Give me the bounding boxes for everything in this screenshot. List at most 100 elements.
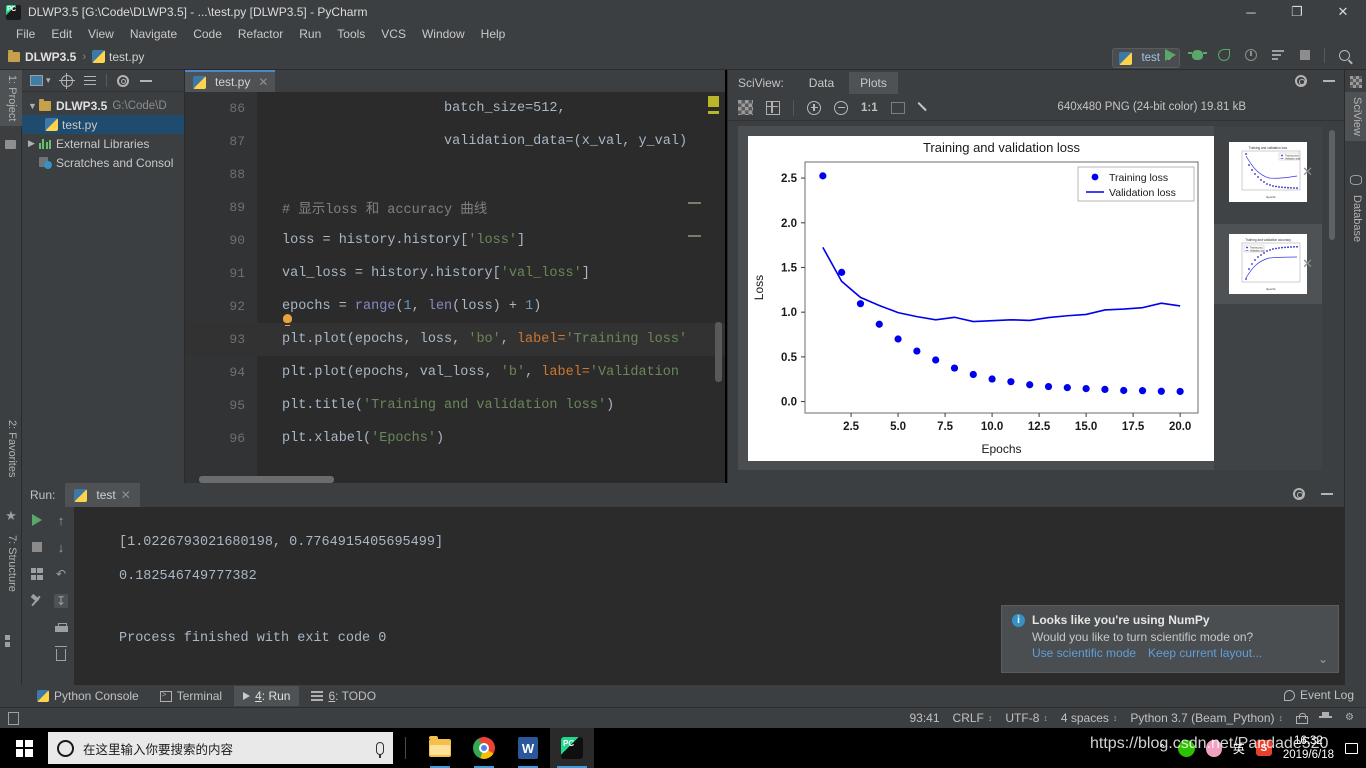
hide-icon[interactable] (1320, 487, 1334, 501)
search-everywhere-icon[interactable] (1336, 47, 1352, 63)
wechat-icon[interactable] (1177, 739, 1195, 757)
minimize-button[interactable]: ─ (1228, 0, 1274, 24)
eyedropper-icon[interactable] (918, 101, 931, 114)
clear-all-icon[interactable] (54, 646, 68, 662)
line-separator[interactable]: CRLF ↕ (953, 711, 993, 725)
document-icon[interactable] (8, 711, 19, 725)
sidebar-item-structure[interactable]: 7: Structure (0, 530, 22, 597)
thumbnail-loss-plot[interactable]: Training and validation loss Training lo… (1214, 132, 1322, 212)
sciview-scrollbar[interactable] (1329, 130, 1335, 240)
breadcrumb-project[interactable]: DLWP3.5 (8, 49, 76, 64)
menu-file[interactable]: File (8, 25, 43, 43)
intention-bulb-icon[interactable] (283, 314, 292, 326)
caret-position[interactable]: 93:41 (910, 711, 940, 725)
hide-icon[interactable] (139, 74, 153, 88)
menu-refactor[interactable]: Refactor (230, 25, 291, 43)
menu-vcs[interactable]: VCS (373, 25, 414, 43)
code-fold-marker[interactable] (688, 235, 701, 237)
fit-to-window-icon[interactable] (890, 101, 905, 114)
hide-icon[interactable] (1322, 74, 1336, 88)
settings-icon[interactable] (1294, 74, 1308, 88)
menu-edit[interactable]: Edit (43, 25, 80, 43)
inspector-icon[interactable] (1319, 712, 1332, 724)
menu-code[interactable]: Code (185, 25, 230, 43)
layout-icon[interactable] (30, 567, 44, 581)
tab-data[interactable]: Data (798, 72, 845, 94)
run-icon[interactable] (1162, 47, 1178, 63)
event-log-button[interactable]: Event Log (1283, 688, 1354, 702)
taskbar-search-input[interactable]: 在这里输入你要搜索的内容 (48, 732, 393, 764)
warning-stripe-marker[interactable] (708, 111, 719, 114)
taskbar-pycharm[interactable] (550, 728, 594, 768)
close-icon[interactable]: ✕ (258, 75, 268, 89)
actual-size-label[interactable]: 1:1 (861, 102, 878, 114)
taskbar-chrome[interactable] (462, 728, 506, 768)
warning-stripe-marker[interactable] (708, 96, 719, 107)
sogou-icon[interactable]: S (1255, 740, 1272, 756)
taskbar-clock[interactable]: 16:32 2019/6/18 (1283, 734, 1334, 762)
sidebar-item-favorites[interactable]: 2: Favorites (0, 415, 22, 482)
up-arrow-icon[interactable]: ↑ (54, 513, 68, 527)
tab-python-console[interactable]: Python Console (28, 686, 148, 706)
microphone-icon[interactable] (376, 741, 384, 758)
tree-node-test-py[interactable]: test.py (22, 115, 184, 134)
close-icon[interactable]: ✕ (1302, 164, 1313, 180)
scroll-to-end-icon[interactable]: ↧ (54, 594, 68, 608)
taskbar-file-explorer[interactable] (418, 728, 462, 768)
zoom-in-icon[interactable] (807, 100, 821, 115)
settings-icon[interactable] (116, 74, 130, 88)
chevron-right-icon[interactable]: ▶ (28, 138, 39, 149)
collapse-all-icon[interactable] (83, 74, 97, 88)
tree-node-scratches[interactable]: Scratches and Consol (22, 153, 184, 172)
scroll-from-source-icon[interactable] (58, 72, 75, 89)
select-opened-file-icon[interactable] (29, 74, 43, 88)
ime-indicator[interactable]: 英 (1233, 740, 1245, 757)
grid-icon[interactable] (766, 100, 780, 115)
sidebar-item-database[interactable]: Database (1345, 190, 1366, 247)
stop-icon[interactable] (30, 540, 44, 554)
chevron-up-icon[interactable]: ⌃ (1158, 742, 1167, 755)
settings-help-icon[interactable]: ⚙ (1345, 712, 1358, 725)
menu-window[interactable]: Window (414, 25, 473, 43)
maximize-button[interactable]: ❐ (1274, 0, 1320, 24)
coverage-icon[interactable] (1216, 47, 1232, 63)
close-button[interactable]: ✕ (1320, 0, 1366, 24)
profile-icon[interactable] (1243, 47, 1259, 63)
plot-canvas[interactable]: 2.5 5.0 7.5 10.0 12.5 15.0 17.5 20.0 0.0 0.5 1.0 1.… (748, 136, 1216, 461)
print-icon[interactable] (54, 621, 68, 635)
zoom-out-icon[interactable] (834, 100, 848, 115)
menu-help[interactable]: Help (473, 25, 514, 43)
menu-tools[interactable]: Tools (329, 25, 373, 43)
code-editor[interactable]: 86 batch_size=512, 87 validation_data=(x_… (185, 92, 725, 483)
sidebar-item-sciview[interactable]: SciView (1345, 92, 1366, 141)
taskbar-word[interactable]: W (506, 728, 550, 768)
qq-icon[interactable] (1205, 739, 1222, 757)
tab-terminal[interactable]: Terminal (151, 686, 231, 706)
code-fold-marker[interactable] (688, 202, 701, 204)
pin-icon[interactable] (30, 594, 44, 608)
start-button[interactable] (0, 728, 48, 768)
chevron-down-icon[interactable]: ▼ (28, 101, 39, 111)
tab-todo[interactable]: 6: TODO (302, 686, 385, 706)
close-icon[interactable]: ✕ (1302, 256, 1313, 272)
editor-vertical-scrollbar[interactable] (715, 322, 722, 382)
menu-view[interactable]: View (80, 25, 122, 43)
tree-node-external-libraries[interactable]: ▶ External Libraries (22, 134, 184, 153)
run-with-params-icon[interactable] (1270, 47, 1286, 63)
sidebar-item-project[interactable]: 1: Project (0, 70, 22, 127)
keep-current-layout-link[interactable]: Keep current layout... (1148, 646, 1262, 660)
notification-center-icon[interactable] (1345, 742, 1358, 754)
rerun-icon[interactable] (30, 513, 44, 527)
editor-horizontal-scrollbar[interactable] (199, 476, 334, 483)
run-tab-test[interactable]: test ✕ (65, 483, 140, 507)
breadcrumb-file[interactable]: test.py (92, 50, 144, 64)
tab-run[interactable]: 4: Run (234, 686, 300, 706)
menu-run[interactable]: Run (291, 25, 329, 43)
tab-test-py[interactable]: test.py ✕ (185, 70, 276, 92)
python-interpreter[interactable]: Python 3.7 (Beam_Python) ↕ (1130, 711, 1283, 725)
checkerboard-icon[interactable] (738, 100, 753, 115)
stop-icon[interactable] (1297, 47, 1313, 63)
tree-node-project[interactable]: ▼ DLWP3.5 G:\Code\D (22, 96, 184, 115)
down-arrow-icon[interactable]: ↓ (54, 540, 68, 554)
dropdown-dots-icon[interactable]: ▾ (46, 75, 51, 86)
